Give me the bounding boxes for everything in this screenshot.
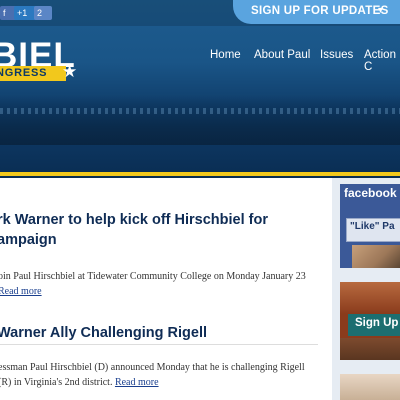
nav-about-paul[interactable]: About Paul [254, 49, 310, 61]
header-gold-bar [0, 172, 400, 176]
facebook-logo: facebook [344, 186, 397, 200]
facebook-like-label: "Like" Pa [350, 221, 395, 232]
signup-widget-photo [340, 282, 400, 314]
chevron-down-icon: ▾ [378, 5, 384, 16]
logo-subtitle: NGRESS [0, 67, 48, 79]
nav-issues[interactable]: Issues [320, 49, 353, 61]
post-excerpt: oin Paul Hirschbiel at Tidewater Communi… [0, 269, 318, 299]
sidebar-promo-image[interactable] [340, 374, 400, 400]
post-title[interactable]: rk Warner to help kick off Hirschbiel fo… [0, 210, 317, 250]
read-more-link[interactable]: Read more [0, 286, 42, 297]
main-content: rk Warner to help kick off Hirschbiel fo… [0, 178, 330, 400]
header-skyline-lights [0, 108, 400, 114]
post-title[interactable]: Warner Ally Challenging Rigell [0, 323, 317, 343]
nav-action-center[interactable]: Action C [364, 49, 400, 73]
site-header: f +1 2 SIGN UP FOR UPDATES ▾ BIEL NGRESS… [0, 0, 400, 178]
post-excerpt-text: oin Paul Hirschbiel at Tidewater Communi… [0, 271, 306, 282]
signup-widget-footer-image [340, 338, 400, 360]
share-count-badge: 2 [34, 6, 52, 20]
signup-widget-label[interactable]: Sign Up [355, 317, 398, 329]
post-excerpt: essman Paul Hirschbiel (D) announced Mon… [0, 360, 318, 390]
post-divider [0, 344, 318, 345]
read-more-link[interactable]: Read more [115, 377, 159, 388]
signup-for-updates-button[interactable]: SIGN UP FOR UPDATES ▾ [233, 0, 400, 24]
star-icon: ★ [62, 62, 78, 81]
candidate-photo [352, 245, 400, 268]
nav-home[interactable]: Home [210, 49, 241, 61]
signup-label: SIGN UP FOR UPDATES [251, 5, 389, 17]
